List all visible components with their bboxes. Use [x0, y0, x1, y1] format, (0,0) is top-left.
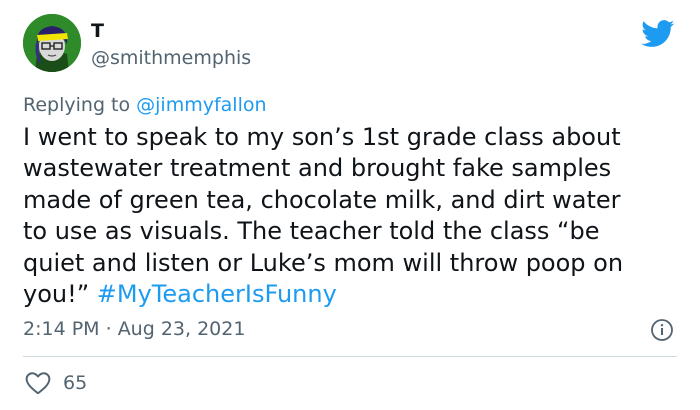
tweet-text: I went to speak to my son’s 1st grade cl…: [23, 122, 683, 310]
info-icon[interactable]: [650, 318, 674, 342]
twitter-bird-icon[interactable]: [641, 20, 675, 48]
replying-to-label: Replying to: [23, 94, 137, 116]
reply-handle-link[interactable]: @jimmyfallon: [136, 94, 266, 116]
tweet-card: T @smithmemphis Replying to @jimmyfallon…: [0, 0, 700, 410]
meta-separator: ·: [99, 318, 118, 340]
replying-to: Replying to @jimmyfallon: [23, 94, 267, 116]
display-name[interactable]: T: [91, 20, 104, 42]
heart-icon[interactable]: [25, 371, 51, 395]
hashtag-link[interactable]: #MyTeacherIsFunny: [97, 280, 337, 308]
cartoon-avatar-icon: [23, 14, 81, 72]
divider: [23, 356, 677, 357]
like-count: 65: [63, 372, 88, 394]
avatar[interactable]: [23, 14, 81, 72]
tweet-time: 2:14 PM: [23, 318, 100, 340]
tweet-date: Aug 23, 2021: [117, 318, 246, 340]
tweet-timestamp[interactable]: 2:14 PM · Aug 23, 2021: [23, 318, 245, 340]
user-handle[interactable]: @smithmemphis: [91, 47, 251, 69]
